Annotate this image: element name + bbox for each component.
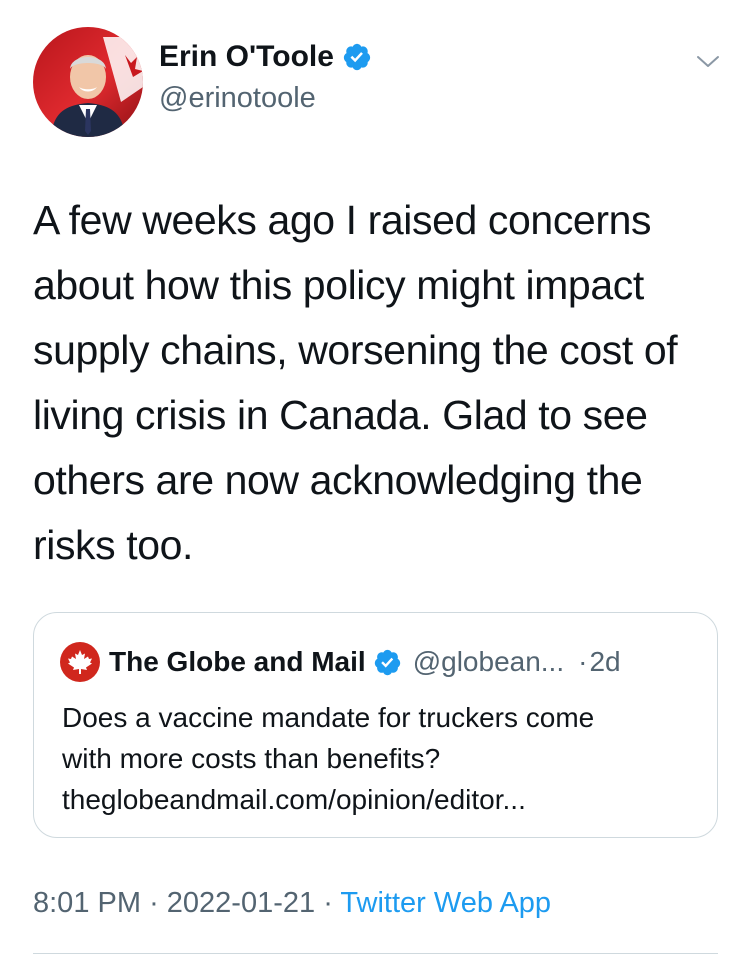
quoted-text-link[interactable]: theglobeandmail.com/opinion/editor... bbox=[62, 779, 702, 820]
verified-badge-icon bbox=[343, 43, 371, 71]
quoted-tweet-text: Does a vaccine mandate for truckers come… bbox=[62, 697, 702, 820]
author-name[interactable]: Erin O'Toole bbox=[159, 40, 334, 74]
maple-leaf-icon bbox=[60, 642, 100, 682]
profile-photo-icon bbox=[33, 27, 143, 137]
separator-dot: · bbox=[578, 646, 588, 677]
separator-dot: · bbox=[149, 887, 159, 919]
separator-dot: · bbox=[323, 887, 333, 919]
author-avatar[interactable] bbox=[33, 27, 143, 137]
tweet-date[interactable]: 2022-01-21 bbox=[167, 887, 315, 919]
quoted-text-line: with more costs than benefits? bbox=[62, 743, 441, 774]
tweet-timestamp[interactable]: 8:01 PM bbox=[33, 887, 141, 919]
tweet-source[interactable]: Twitter Web App bbox=[340, 887, 551, 919]
author-handle[interactable]: @erinotoole bbox=[159, 82, 316, 115]
quoted-text-line: Does a vaccine mandate for truckers come bbox=[62, 702, 595, 733]
more-options-button[interactable] bbox=[693, 46, 723, 76]
chevron-down-icon bbox=[697, 56, 719, 67]
quoted-tweet-time[interactable]: 2d bbox=[589, 646, 620, 678]
tweet: Erin O'Toole @erinotoole A few weeks ago… bbox=[0, 0, 750, 961]
quoted-tweet[interactable]: The Globe and Mail @globean... · 2d Does… bbox=[33, 612, 718, 838]
tweet-text: A few weeks ago I raised concerns about … bbox=[33, 197, 678, 568]
quoted-tweet-header: The Globe and Mail @globean... · 2d bbox=[60, 642, 621, 682]
quoted-author-name[interactable]: The Globe and Mail bbox=[109, 646, 366, 678]
quoted-author-handle[interactable]: @globean... bbox=[413, 646, 564, 678]
tweet-meta: 8:01 PM · 2022-01-21 · Twitter Web App bbox=[33, 887, 551, 920]
author-name-row: Erin O'Toole bbox=[159, 40, 372, 74]
divider bbox=[33, 953, 718, 954]
verified-badge-icon bbox=[374, 649, 400, 675]
